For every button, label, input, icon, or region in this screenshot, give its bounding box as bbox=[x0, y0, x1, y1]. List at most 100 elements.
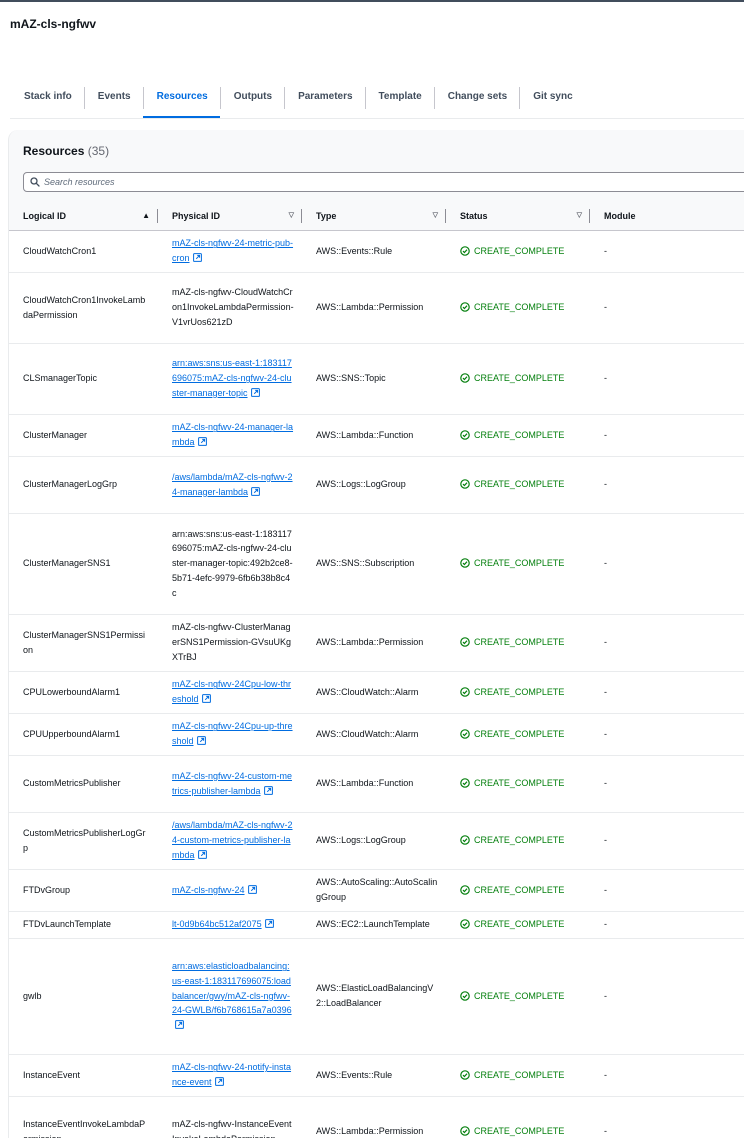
status-success-icon bbox=[460, 835, 470, 846]
module-cell: - bbox=[590, 713, 744, 755]
resource-type: AWS::Events::Rule bbox=[316, 245, 393, 256]
physical-id-link[interactable]: /aws/lambda/mAZ-cls-ngfwv-24-manager-lam… bbox=[172, 472, 293, 497]
sort-unsorted-icon[interactable]: ▽ bbox=[433, 211, 438, 219]
resources-heading: Resources (35) bbox=[23, 144, 109, 158]
external-link-icon[interactable] bbox=[247, 884, 257, 894]
status-cell: CREATE_COMPLETE bbox=[446, 713, 590, 755]
physical-id-link[interactable]: arn:aws:elasticloadbalancing:us-east-1:1… bbox=[172, 961, 292, 1030]
physical-id-cell: mAZ-cls-ngfwv-24 bbox=[158, 869, 302, 911]
tab-change-sets[interactable]: Change sets bbox=[433, 82, 519, 118]
status-success-icon bbox=[460, 479, 470, 490]
status-text: CREATE_COMPLETE bbox=[474, 884, 565, 895]
external-link-icon[interactable] bbox=[192, 253, 202, 262]
type-cell: AWS::EC2::LaunchTemplate bbox=[302, 911, 446, 938]
column-header-physical-id[interactable]: Physical ID ▽ bbox=[158, 202, 302, 230]
status-text: CREATE_COMPLETE bbox=[474, 686, 565, 697]
physical-id-link[interactable]: mAZ-cls-ngfwv-24-custom-metrics-publishe… bbox=[172, 771, 292, 796]
status-badge: CREATE_COMPLETE bbox=[460, 1124, 582, 1138]
external-link-icon[interactable] bbox=[264, 919, 274, 929]
physical-id: mAZ-cls-ngfwv-24Cpu-up-threshold bbox=[172, 721, 293, 746]
physical-id-cell: mAZ-cls-ngfwv-InstanceEventInvokeLambdaP… bbox=[158, 1096, 302, 1138]
physical-id-cell: mAZ-cls-ngfwv-ClusterManagerSNS1Permissi… bbox=[158, 614, 302, 671]
external-link-icon[interactable] bbox=[197, 849, 207, 859]
type-cell: AWS::Lambda::Function bbox=[302, 414, 446, 456]
status-text: CREATE_COMPLETE bbox=[474, 637, 565, 648]
physical-id-link[interactable]: mAZ-cls-ngfwv-24-metric-pub-cron bbox=[172, 238, 293, 263]
search-icon bbox=[30, 177, 40, 187]
tab-events[interactable]: Events bbox=[83, 82, 143, 118]
search-input[interactable] bbox=[44, 177, 344, 187]
sort-unsorted-icon[interactable]: ▽ bbox=[289, 211, 294, 219]
column-header-logical-id[interactable]: Logical ID ▲ bbox=[9, 202, 158, 230]
status-text: CREATE_COMPLETE bbox=[474, 479, 565, 490]
status-success-icon bbox=[460, 885, 470, 895]
external-link-icon[interactable] bbox=[196, 736, 206, 745]
logical-id-cell: ClusterManagerSNS1Permission bbox=[9, 614, 158, 671]
search-box[interactable] bbox=[23, 172, 744, 192]
physical-id-link[interactable]: /aws/lambda/mAZ-cls-ngfwv-24-custom-metr… bbox=[172, 820, 293, 859]
column-header-module[interactable]: Module bbox=[590, 202, 744, 230]
tab-template[interactable]: Template bbox=[364, 82, 434, 118]
physical-id: /aws/lambda/mAZ-cls-ngfwv-24-custom-metr… bbox=[172, 820, 293, 860]
physical-id-cell: arn:aws:elasticloadbalancing:us-east-1:1… bbox=[158, 938, 302, 1054]
status-success-icon bbox=[460, 246, 470, 256]
physical-id-cell: mAZ-cls-ngfwv-24-notify-instance-event bbox=[158, 1054, 302, 1096]
sort-unsorted-icon[interactable]: ▽ bbox=[577, 211, 582, 219]
physical-id-link[interactable]: lt-0d9b64bc512af2075 bbox=[172, 919, 274, 929]
status-success-icon bbox=[460, 778, 470, 789]
sort-ascending-icon[interactable]: ▲ bbox=[142, 211, 150, 220]
column-label: Physical ID bbox=[172, 210, 221, 221]
logical-id-cell: FTDvLaunchTemplate bbox=[9, 911, 158, 938]
module-value: - bbox=[604, 245, 607, 256]
physical-id-link[interactable]: mAZ-cls-ngfwv-24Cpu-up-threshold bbox=[172, 721, 293, 746]
tab-parameters[interactable]: Parameters bbox=[284, 82, 364, 118]
table-row: CLSmanagerTopic arn:aws:sns:us-east-1:183… bbox=[9, 343, 744, 414]
physical-id-link[interactable]: mAZ-cls-ngfwv-24Cpu-low-threshold bbox=[172, 679, 291, 704]
column-label: Status bbox=[460, 210, 488, 221]
logical-id: CustomMetricsPublisher bbox=[23, 778, 121, 789]
physical-id-cell: mAZ-cls-ngfwv-24Cpu-up-threshold bbox=[158, 713, 302, 755]
module-cell: - bbox=[590, 456, 744, 513]
status-text: CREATE_COMPLETE bbox=[474, 302, 565, 313]
status-success-icon bbox=[460, 558, 470, 569]
tab-stack-info[interactable]: Stack info bbox=[10, 82, 84, 118]
status-badge: CREATE_COMPLETE bbox=[460, 244, 582, 259]
resource-type: AWS::Lambda::Permission bbox=[316, 1126, 424, 1137]
physical-id-cell: mAZ-cls-ngfwv-24-custom-metrics-publishe… bbox=[158, 755, 302, 812]
status-cell: CREATE_COMPLETE bbox=[446, 1096, 590, 1138]
physical-id-cell: arn:aws:sns:us-east-1:183117696075:mAZ-c… bbox=[158, 343, 302, 414]
external-link-icon[interactable] bbox=[175, 1020, 184, 1029]
table-header-row: Logical ID ▲ Physical ID ▽ Type ▽ Status… bbox=[9, 202, 744, 230]
physical-id-link[interactable]: arn:aws:sns:us-east-1:183117696075:mAZ-c… bbox=[172, 358, 292, 397]
external-link-icon[interactable] bbox=[197, 437, 207, 446]
status-badge: CREATE_COMPLETE bbox=[460, 300, 582, 315]
type-cell: AWS::Logs::LogGroup bbox=[302, 456, 446, 513]
physical-id-link[interactable]: mAZ-cls-ngfwv-24-notify-instance-event bbox=[172, 1062, 291, 1087]
physical-id-link[interactable]: mAZ-cls-ngfwv-24 bbox=[172, 885, 257, 895]
resource-type: AWS::Lambda::Function bbox=[316, 778, 414, 789]
logical-id-cell: InstanceEventInvokeLambdaPermission bbox=[9, 1096, 158, 1138]
tab-git-sync[interactable]: Git sync bbox=[519, 82, 584, 118]
physical-id-link[interactable]: mAZ-cls-ngfwv-24-manager-lambda bbox=[172, 422, 293, 447]
external-link-icon[interactable] bbox=[251, 486, 260, 496]
status-success-icon bbox=[460, 991, 470, 1001]
status-cell: CREATE_COMPLETE bbox=[446, 614, 590, 671]
tab-resources[interactable]: Resources bbox=[142, 82, 220, 118]
external-link-icon[interactable] bbox=[250, 387, 260, 397]
type-cell: AWS::Lambda::Permission bbox=[302, 614, 446, 671]
column-label: Type bbox=[316, 210, 337, 221]
status-cell: CREATE_COMPLETE bbox=[446, 812, 590, 869]
external-link-icon[interactable] bbox=[263, 785, 273, 795]
logical-id-cell: ClusterManagerSNS1 bbox=[9, 513, 158, 614]
logical-id-cell: CLSmanagerTopic bbox=[9, 343, 158, 414]
status-cell: CREATE_COMPLETE bbox=[446, 456, 590, 513]
resource-type: AWS::ElasticLoadBalancingV2::LoadBalance… bbox=[316, 983, 434, 1008]
column-header-type[interactable]: Type ▽ bbox=[302, 202, 446, 230]
column-header-status[interactable]: Status ▽ bbox=[446, 202, 590, 230]
external-link-icon[interactable] bbox=[201, 694, 211, 703]
resource-type: AWS::SNS::Subscription bbox=[316, 558, 415, 569]
status-success-icon bbox=[460, 1126, 470, 1137]
tab-outputs[interactable]: Outputs bbox=[219, 82, 284, 118]
logical-id: FTDvGroup bbox=[23, 884, 71, 895]
external-link-icon[interactable] bbox=[214, 1077, 224, 1086]
